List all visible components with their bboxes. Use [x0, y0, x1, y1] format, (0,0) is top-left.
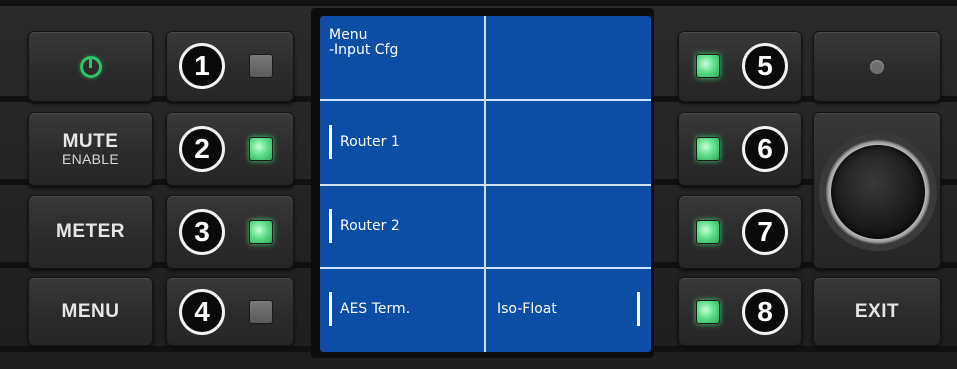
softkey-number: 8	[742, 289, 788, 335]
rotary-knob-icon[interactable]	[819, 133, 937, 251]
softkey-3[interactable]: 3	[166, 195, 294, 269]
menu-button[interactable]: MENU	[28, 277, 153, 346]
meter-button[interactable]: METER	[28, 195, 153, 269]
softkey-led-on	[249, 220, 273, 244]
softkey-led-on	[249, 137, 273, 161]
softkey-8[interactable]: 8	[678, 277, 802, 346]
router-1-option[interactable]: Router 1	[340, 134, 400, 150]
softkey-number: 5	[742, 43, 788, 89]
top-rail	[0, 0, 957, 6]
softkey-4[interactable]: 4	[166, 277, 294, 346]
softkey-number: 2	[179, 126, 225, 172]
softkey-7[interactable]: 7	[678, 195, 802, 269]
softkey-number: 1	[179, 43, 225, 89]
menu-label: MENU	[61, 300, 120, 322]
mute-enable-label: MUTE ENABLE	[61, 130, 120, 167]
exit-label: EXIT	[854, 300, 900, 322]
rotary-encoder-housing	[813, 112, 941, 269]
screen-title-line1: Menu	[329, 27, 368, 43]
softkey-led-on	[696, 137, 720, 161]
exit-button[interactable]: EXIT	[813, 277, 941, 346]
screen-divider	[484, 16, 486, 352]
meter-label: METER	[56, 221, 125, 243]
aes-term-option[interactable]: AES Term.	[340, 301, 410, 317]
knob-cap	[831, 145, 925, 239]
softkey-led-off	[249, 54, 273, 78]
softkey-number: 6	[742, 126, 788, 172]
softkey-led-on	[696, 300, 720, 324]
mute-enable-button[interactable]: MUTE ENABLE	[28, 112, 153, 186]
softkey-1[interactable]: 1	[166, 31, 294, 102]
softkey-5[interactable]: 5	[678, 31, 802, 102]
selection-bar	[329, 292, 332, 326]
softkey-led-on	[696, 220, 720, 244]
status-led-icon	[870, 59, 884, 74]
selection-bar	[637, 292, 640, 326]
control-panel: MUTE ENABLE METER MENU 1 2 3 4 Menu -Inp…	[0, 0, 957, 369]
screen-title: Menu -Input Cfg	[329, 27, 399, 59]
iso-float-option[interactable]: Iso-Float	[497, 301, 557, 317]
softkey-number: 4	[179, 289, 225, 335]
softkey-number: 3	[179, 209, 225, 255]
softkey-led-off	[249, 300, 273, 324]
softkey-6[interactable]: 6	[678, 112, 802, 186]
status-indicator-panel	[813, 31, 941, 102]
selection-bar	[329, 209, 332, 243]
softkey-2[interactable]: 2	[166, 112, 294, 186]
mute-label: MUTE	[62, 130, 119, 152]
power-button[interactable]	[28, 31, 153, 102]
power-icon	[79, 55, 102, 78]
router-2-option[interactable]: Router 2	[340, 218, 400, 234]
enable-label: ENABLE	[61, 150, 120, 167]
softkey-led-on	[696, 54, 720, 78]
softkey-number: 7	[742, 209, 788, 255]
screen-title-line2: -Input Cfg	[329, 42, 399, 59]
lcd-screen: Menu -Input Cfg Router 1 Router 2 AES Te…	[320, 16, 651, 352]
selection-bar	[329, 125, 332, 159]
